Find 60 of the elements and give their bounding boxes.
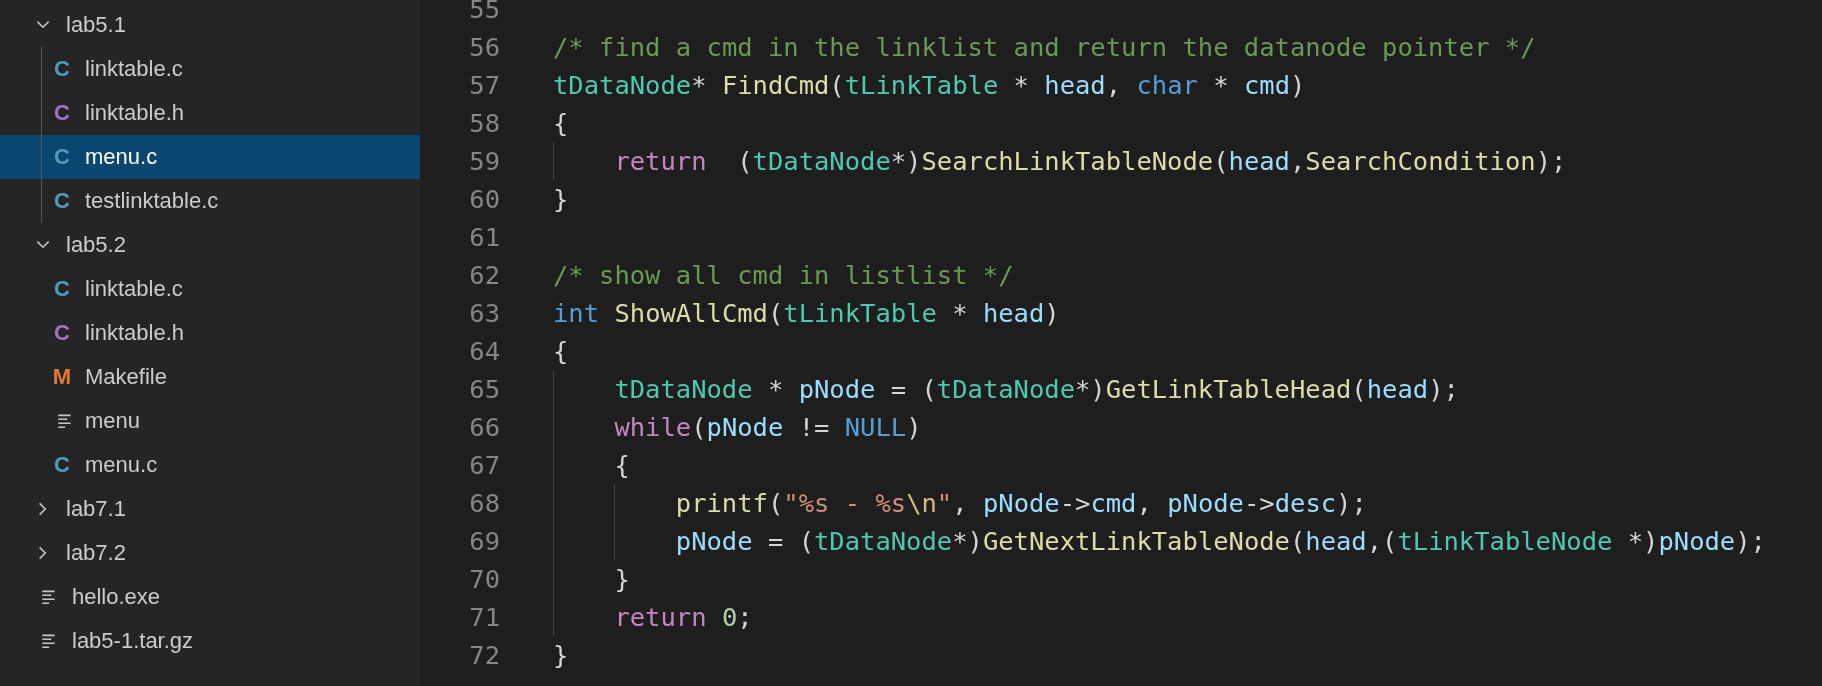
code-line: /* show all cmd in listlist */ [553,260,1014,290]
folder-item[interactable]: lab7.2 [0,531,420,575]
code-line: { [553,336,569,366]
c-file-icon: C [51,320,73,346]
code-line: } [553,640,569,670]
line-number: 62 [468,260,500,290]
file-item[interactable]: M Makefile [0,355,420,399]
code-line: { [614,450,630,480]
line-number: 67 [468,450,500,480]
text-file-icon [40,588,58,606]
line-number: 70 [468,564,500,594]
makefile-icon: M [51,364,73,390]
code-line: int ShowAllCmd(tLinkTable * head) [553,298,1060,328]
file-item[interactable]: C menu.c [0,443,420,487]
line-number: 58 [468,108,500,138]
line-number: 63 [468,298,500,328]
c-file-icon: C [51,100,73,126]
line-number: 69 [468,526,500,556]
c-file-icon: C [51,276,73,302]
file-item[interactable]: C linktable.c [0,47,420,91]
file-item[interactable]: C linktable.c [0,267,420,311]
code-line: return (tDataNode*)SearchLinkTableNode(head,SearchCondition); [614,146,1567,176]
file-item[interactable]: C testlinktable.c [0,179,420,223]
file-item[interactable]: C linktable.h [0,91,420,135]
file-item[interactable]: C linktable.h [0,311,420,355]
folder-item[interactable]: lab5.1 [0,3,420,47]
text-file-icon [40,632,58,650]
code-line: { [553,108,569,138]
code-line: while(pNode != NULL) [614,412,922,442]
file-item[interactable]: C menu.c [0,135,420,179]
c-file-icon: C [51,452,73,478]
line-number: 66 [468,412,500,442]
code-line: pNode = (tDataNode*)GetNextLinkTableNode(head,(tLinkTableNode *)pNode); [675,526,1766,556]
line-number: 65 [468,374,500,404]
line-number: 55 [468,0,500,24]
file-item[interactable]: hello.exe [0,575,420,619]
line-number: 68 [468,488,500,518]
code-line: tDataNode* FindCmd(tLinkTable * head, char * cmd) [553,70,1306,100]
line-number: 61 [468,222,500,252]
text-file-icon [56,412,74,430]
file-item[interactable]: menu [0,399,420,443]
line-number: 57 [468,70,500,100]
c-file-icon: C [51,188,73,214]
code-line: printf("%s - %s\n", pNode->cmd, pNode->desc); [675,488,1367,518]
code-line: } [553,184,569,214]
line-number: 56 [468,32,500,62]
c-file-icon: C [51,144,73,170]
code-line: /* find a cmd in the linklist and return the datanode pointer */ [553,32,1536,62]
line-number: 72 [468,640,500,670]
line-number: 59 [468,146,500,176]
code-line: return 0; [614,602,753,632]
code-line: tDataNode * pNode = (tDataNode*)GetLinkTableHead(head); [614,374,1459,404]
line-number: 64 [468,336,500,366]
folder-item[interactable]: lab5.2 [0,223,420,267]
c-file-icon: C [51,56,73,82]
folder-item[interactable]: lab7.1 [0,487,420,531]
file-item[interactable]: lab5-1.tar.gz [0,619,420,663]
code-line: } [614,564,630,594]
line-number: 71 [468,602,500,632]
line-number: 60 [468,184,500,214]
